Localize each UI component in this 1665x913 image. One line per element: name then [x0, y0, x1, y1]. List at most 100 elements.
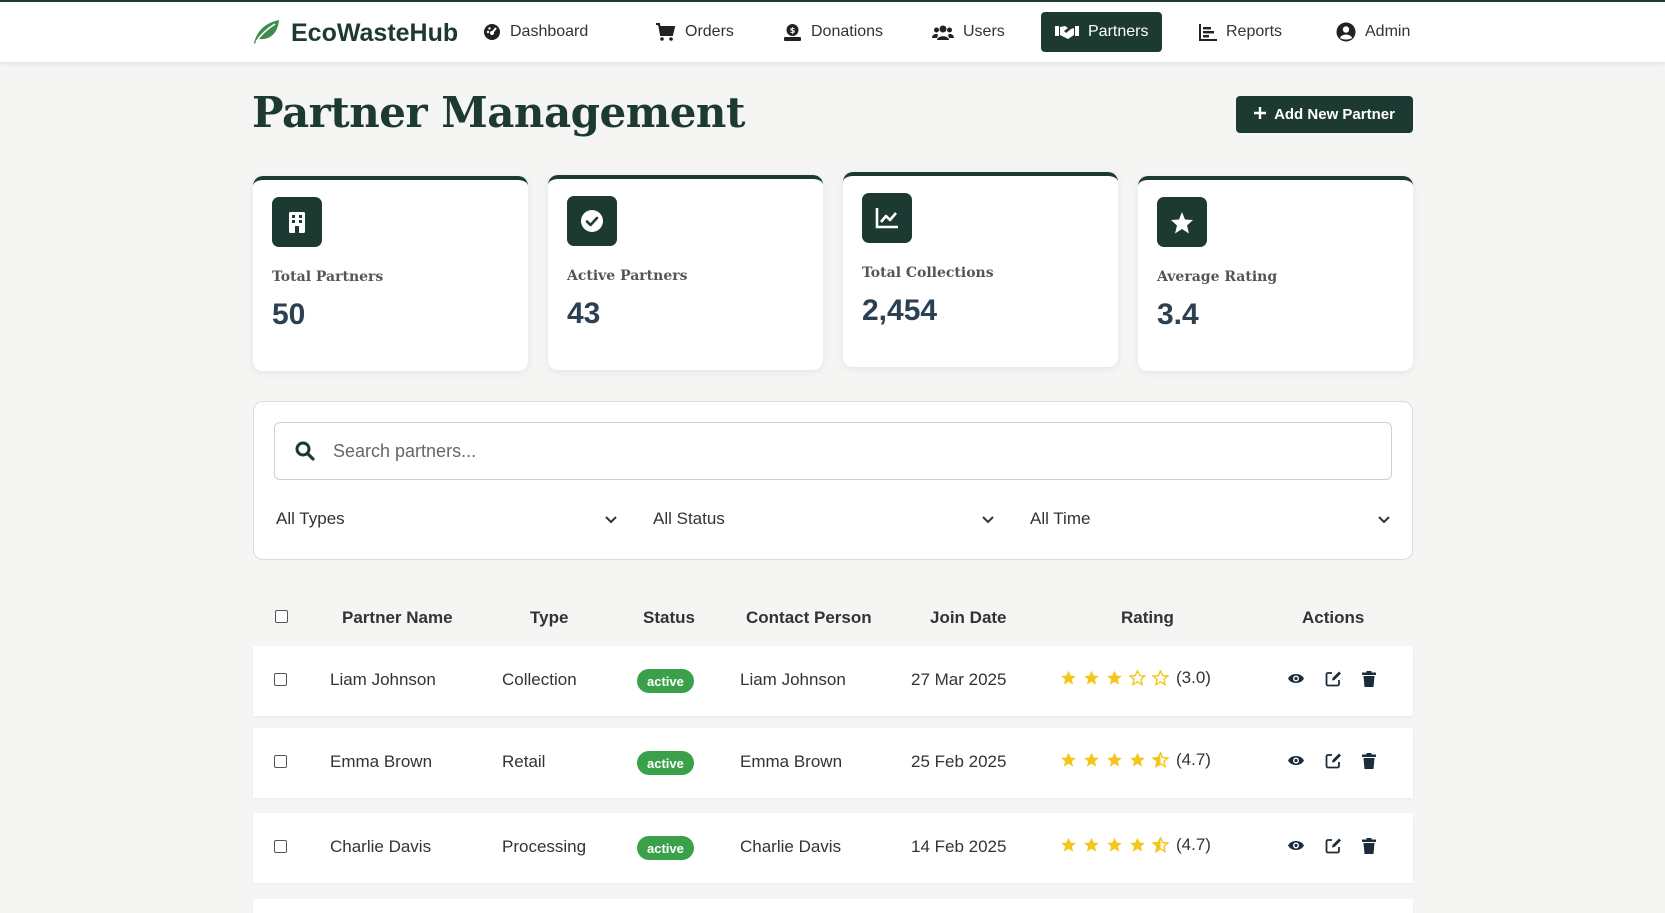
- nav-users-label: Users: [963, 23, 1005, 40]
- search-input[interactable]: [333, 440, 1391, 462]
- stat-value: 50: [272, 298, 306, 331]
- time-filter-select[interactable]: All Time: [1008, 502, 1412, 536]
- join-date: 14 Feb 2025: [911, 837, 1007, 856]
- search-box[interactable]: [274, 422, 1392, 480]
- stat-label: Average Rating: [1157, 269, 1278, 285]
- contact-person: Liam Johnson: [740, 670, 846, 689]
- rating-stars: (4.7): [1060, 750, 1211, 770]
- rating-value: (3.0): [1176, 668, 1211, 687]
- nav-donations[interactable]: $ Donations: [769, 12, 897, 52]
- delete-trash-icon[interactable]: [1362, 837, 1376, 854]
- table-row[interactable]: Charlie Davis Processing active Charlie …: [253, 813, 1413, 883]
- join-date: 27 Mar 2025: [911, 670, 1007, 689]
- chevron-down-icon: [982, 509, 994, 529]
- star-full-icon: [1060, 752, 1077, 768]
- stat-label: Total Partners: [272, 269, 384, 285]
- view-eye-icon[interactable]: [1287, 672, 1305, 685]
- star-full-icon: [1129, 752, 1146, 768]
- select-all-checkbox[interactable]: [275, 610, 288, 623]
- stat-value: 2,454: [862, 294, 938, 327]
- star-full-icon: [1106, 837, 1123, 853]
- filter-panel: All Types All Status All Time: [253, 401, 1413, 560]
- header-type[interactable]: Type: [530, 608, 568, 628]
- rating-stars: (4.7): [1060, 835, 1211, 855]
- star-full-icon: [1106, 670, 1123, 686]
- chevron-down-icon: [605, 509, 617, 529]
- table-row[interactable]: Liam Johnson Collection active Liam John…: [253, 646, 1413, 716]
- delete-trash-icon[interactable]: [1362, 670, 1376, 687]
- status-badge: active: [637, 751, 694, 775]
- nav-partners[interactable]: Partners: [1041, 12, 1163, 52]
- table-row[interactable]: [253, 899, 1413, 913]
- bar-chart-icon: [1199, 23, 1217, 41]
- nav-partners-label: Partners: [1088, 23, 1149, 40]
- user-menu[interactable]: Admin: [1322, 12, 1424, 52]
- partner-name: Charlie Davis: [330, 837, 432, 856]
- stat-label: Total Collections: [862, 265, 994, 281]
- search-icon: [295, 441, 315, 461]
- nav-reports[interactable]: Reports: [1185, 12, 1296, 52]
- star-icon: [1157, 197, 1207, 247]
- add-new-partner-label: Add New Partner: [1274, 106, 1395, 123]
- edit-icon[interactable]: [1325, 837, 1342, 854]
- nav-dashboard[interactable]: Dashboard: [469, 12, 602, 52]
- handshake-icon: [1055, 24, 1079, 40]
- join-date: 25 Feb 2025: [911, 752, 1007, 771]
- nav-dashboard-label: Dashboard: [510, 23, 589, 40]
- row-checkbox[interactable]: [274, 840, 287, 853]
- row-actions: [1287, 670, 1376, 687]
- star-full-icon: [1083, 837, 1100, 853]
- partner-type: Processing: [502, 837, 587, 856]
- row-checkbox[interactable]: [274, 755, 287, 768]
- edit-icon[interactable]: [1325, 752, 1342, 769]
- users-icon: [932, 24, 954, 41]
- star-full-icon: [1129, 837, 1146, 853]
- stat-value: 3.4: [1157, 298, 1199, 331]
- brand[interactable]: EcoWasteHub: [251, 17, 458, 50]
- header-rating[interactable]: Rating: [1121, 608, 1174, 628]
- edit-icon[interactable]: [1325, 670, 1342, 687]
- nav-reports-label: Reports: [1226, 23, 1283, 40]
- star-half-icon: [1152, 752, 1169, 768]
- header-actions: Actions: [1302, 608, 1365, 627]
- chart-line-icon: [862, 193, 912, 243]
- status-filter-select[interactable]: All Status: [631, 502, 1016, 536]
- star-full-icon: [1060, 670, 1077, 686]
- nav-donations-label: Donations: [811, 23, 884, 40]
- view-eye-icon[interactable]: [1287, 754, 1305, 767]
- delete-trash-icon[interactable]: [1362, 752, 1376, 769]
- leaf-icon: [251, 17, 281, 50]
- stat-card-total-partners: Total Partners 50: [253, 176, 528, 371]
- partner-name: Liam Johnson: [330, 670, 436, 689]
- row-actions: [1287, 837, 1376, 854]
- header-join-date[interactable]: Join Date: [930, 608, 1007, 628]
- star-full-icon: [1106, 752, 1123, 768]
- brand-name: EcoWasteHub: [291, 19, 459, 47]
- nav-orders[interactable]: Orders: [642, 12, 748, 52]
- stat-value: 43: [567, 297, 601, 330]
- star-full-icon: [1083, 670, 1100, 686]
- table-header: Partner Name Type Status Contact Person …: [253, 596, 1413, 638]
- header-contact-person[interactable]: Contact Person: [746, 608, 872, 628]
- page-title: Partner Management: [252, 88, 745, 137]
- table-row[interactable]: Emma Brown Retail active Emma Brown 25 F…: [253, 728, 1413, 798]
- rating-value: (4.7): [1176, 750, 1211, 769]
- row-actions: [1287, 752, 1376, 769]
- nav-users[interactable]: Users: [918, 12, 1019, 52]
- user-menu-label: Admin: [1365, 23, 1411, 40]
- stat-label: Active Partners: [567, 268, 688, 284]
- dashboard-gauge-icon: [483, 23, 501, 41]
- user-avatar-icon: [1336, 22, 1356, 42]
- partner-type: Collection: [502, 670, 577, 689]
- header-status[interactable]: Status: [643, 608, 695, 628]
- type-filter-select[interactable]: All Types: [254, 502, 639, 536]
- header-partner-name[interactable]: Partner Name: [342, 608, 453, 628]
- shopping-cart-icon: [656, 23, 676, 41]
- time-filter-value: All Time: [1030, 509, 1091, 528]
- nav-orders-label: Orders: [685, 23, 734, 40]
- star-empty-icon: [1129, 670, 1146, 686]
- partner-type: Retail: [502, 752, 546, 771]
- view-eye-icon[interactable]: [1287, 839, 1305, 852]
- add-new-partner-button[interactable]: Add New Partner: [1236, 96, 1413, 133]
- row-checkbox[interactable]: [274, 673, 287, 686]
